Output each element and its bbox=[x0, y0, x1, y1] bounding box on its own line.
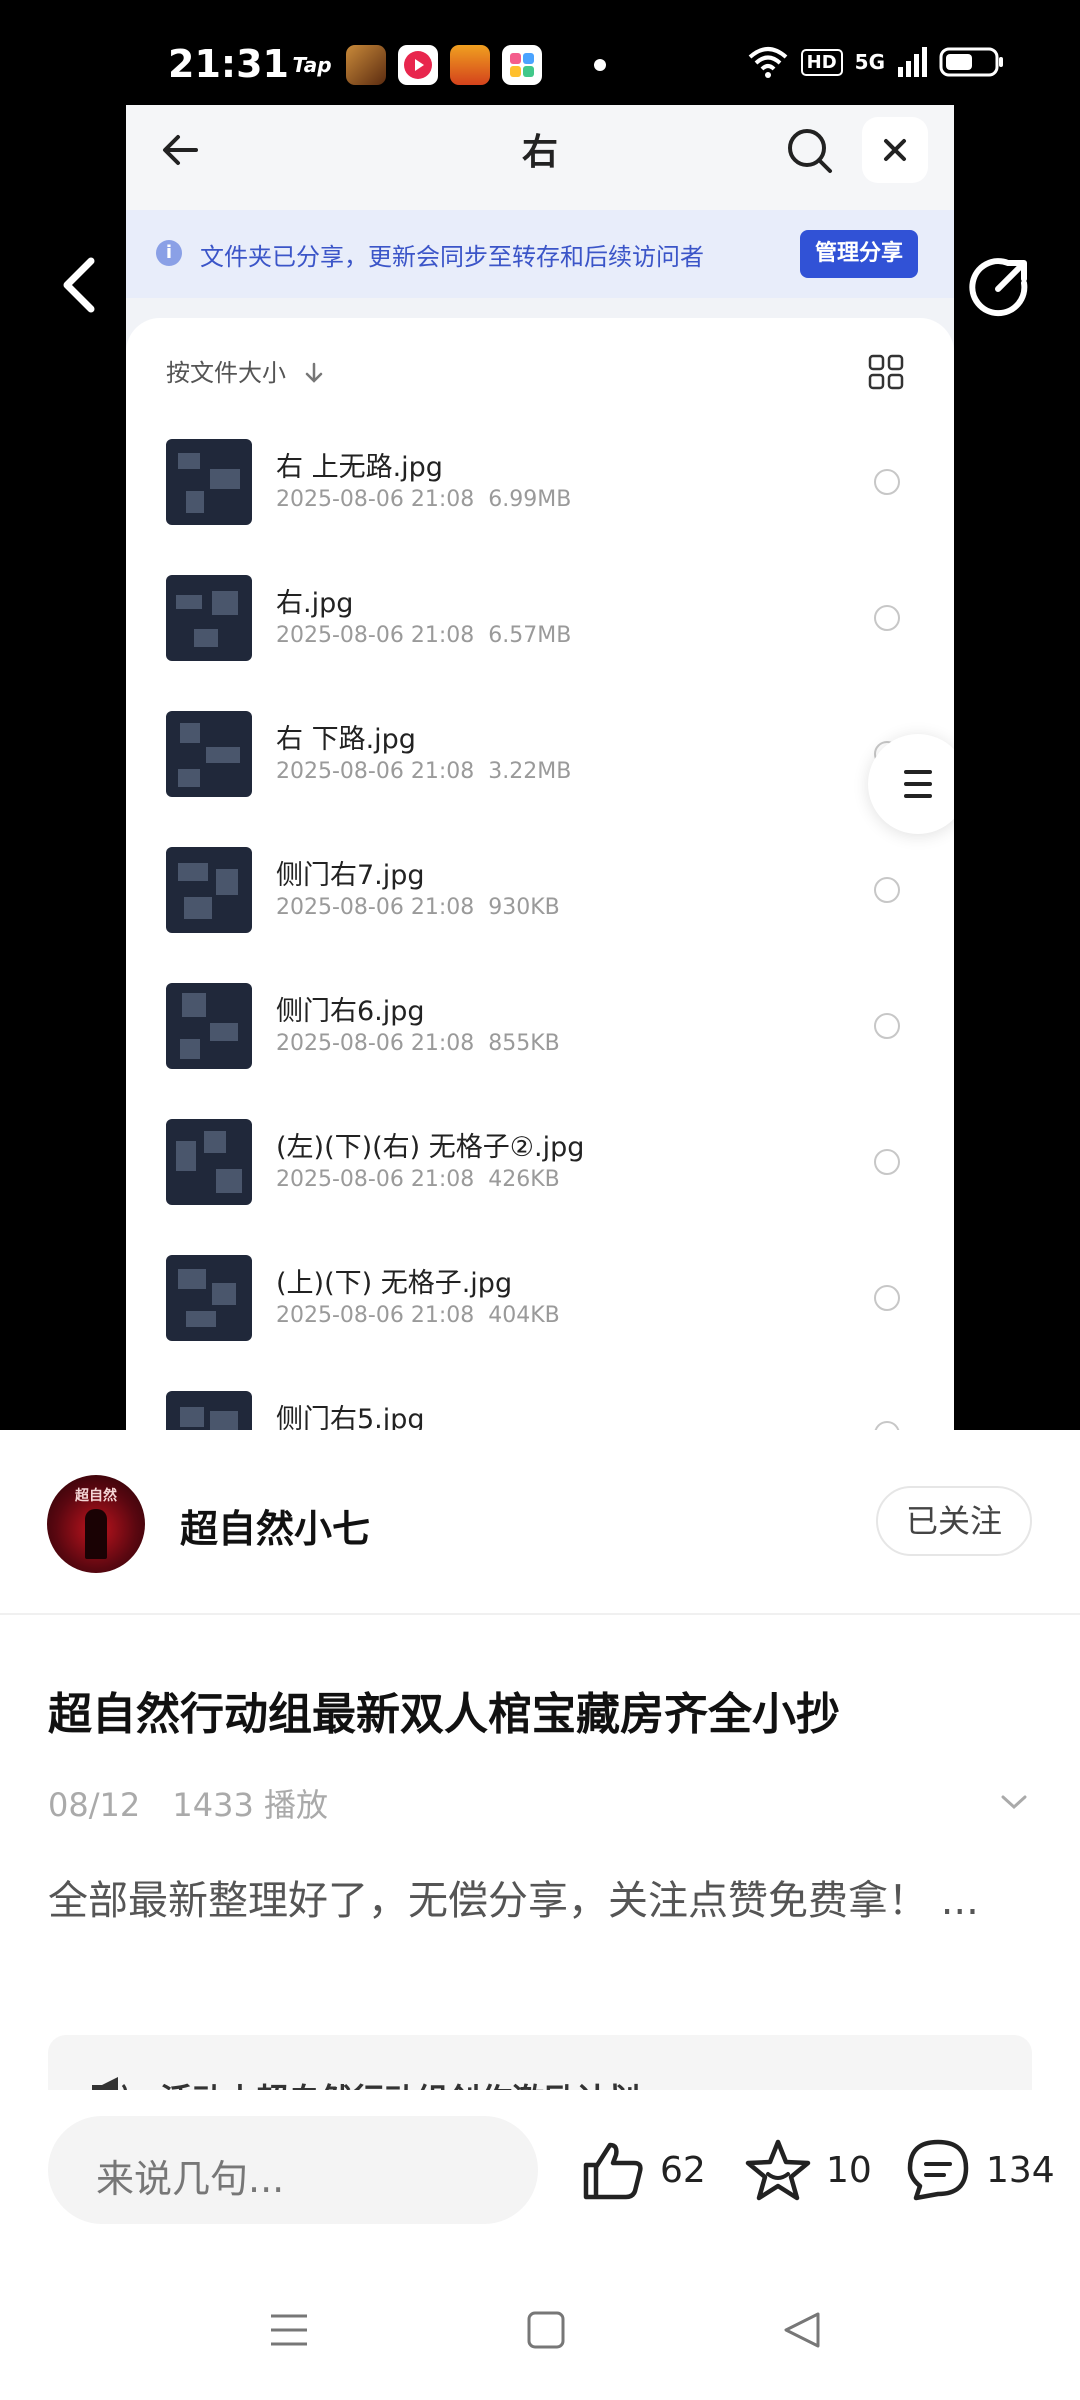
network-type: 5G bbox=[854, 50, 885, 74]
divider bbox=[0, 1613, 1080, 1615]
favorite-button[interactable]: 10 bbox=[744, 2130, 872, 2210]
select-radio bbox=[874, 877, 900, 903]
post-meta: 08/12 1433 播放 bbox=[48, 1780, 350, 1826]
list-item: 侧门右5.jpg bbox=[166, 1391, 926, 1430]
back-nav-icon[interactable] bbox=[782, 2310, 822, 2350]
list-item: 右 上无路.jpg 2025-08-06 21:08 6.99MB bbox=[166, 439, 926, 559]
image-thumbnail bbox=[166, 575, 252, 661]
manage-share-button: 管理分享 bbox=[800, 230, 918, 278]
post-date: 08/12 bbox=[48, 1786, 141, 1824]
bottom-action-bar: 来说几句... 62 10 134 bbox=[0, 2090, 1080, 2250]
comment-placeholder: 来说几句... bbox=[96, 2157, 285, 2201]
file-meta: 2025-08-06 21:08 6.99MB bbox=[276, 487, 572, 512]
comment-button[interactable]: 134 bbox=[904, 2130, 1055, 2210]
banner-text: 文件夹已分享，更新会同步至转存和后续访问者 bbox=[200, 243, 704, 271]
file-name: 右.jpg bbox=[276, 588, 354, 619]
author-name[interactable]: 超自然小七 bbox=[180, 1498, 370, 1553]
back-icon[interactable] bbox=[55, 255, 105, 315]
search-icon bbox=[788, 129, 832, 173]
avatar-text: 超自然 bbox=[75, 1488, 117, 1504]
follow-button[interactable]: 已关注 bbox=[876, 1486, 1032, 1556]
play-count: 1433 播放 bbox=[172, 1786, 329, 1824]
select-radio bbox=[874, 469, 900, 495]
select-radio bbox=[874, 1149, 900, 1175]
status-bar: 21:31 Tap HD 5G bbox=[0, 0, 1080, 105]
file-name: 侧门右5.jpg bbox=[276, 1404, 425, 1430]
file-list: 按文件大小 右 上无路.jpg 2025-08-06 21:08 6.99MB … bbox=[126, 318, 954, 1430]
file-name: (上)(下) 无格子.jpg bbox=[276, 1268, 513, 1299]
battery-icon bbox=[939, 47, 1003, 77]
favorite-count: 10 bbox=[826, 2149, 872, 2191]
wifi-icon bbox=[748, 47, 787, 78]
file-meta: 2025-08-06 21:08 3.22MB bbox=[276, 759, 572, 784]
file-name: (左)(下)(右) 无格子②.jpg bbox=[276, 1132, 585, 1163]
status-app-icons: Tap bbox=[290, 45, 606, 85]
select-radio bbox=[874, 1013, 900, 1039]
comment-count: 134 bbox=[986, 2149, 1055, 2191]
file-meta: 2025-08-06 21:08 426KB bbox=[276, 1167, 560, 1192]
image-thumbnail bbox=[166, 1255, 252, 1341]
image-thumbnail bbox=[166, 1391, 252, 1430]
image-thumbnail bbox=[166, 711, 252, 797]
chevron-down-icon[interactable] bbox=[1000, 1792, 1028, 1812]
image-thumbnail bbox=[166, 439, 252, 525]
menu-icon bbox=[904, 770, 932, 798]
video-frame-phone-screen: 右 i 文件夹已分享，更新会同步至转存和后续访问者 管理分享 按文件大小 右 上… bbox=[126, 105, 954, 1430]
signal-icon bbox=[898, 47, 927, 77]
post-info-panel: 超自然 超自然小七 已关注 超自然行动组最新双人棺宝藏房齐全小抄 08/12 1… bbox=[0, 1430, 1080, 2115]
system-nav-bar bbox=[0, 2250, 1080, 2400]
like-count: 62 bbox=[660, 2149, 706, 2191]
post-description: 全部最新整理好了，无偿分享，关注点赞免费拿！ ... bbox=[48, 1878, 979, 1924]
list-item: 右 下路.jpg 2025-08-06 21:08 3.22MB bbox=[166, 711, 926, 831]
like-button[interactable]: 62 bbox=[580, 2130, 706, 2210]
close-icon bbox=[862, 117, 928, 183]
image-thumbnail bbox=[166, 1119, 252, 1205]
share-banner: i 文件夹已分享，更新会同步至转存和后续访问者 管理分享 bbox=[126, 210, 954, 298]
thumbs-up-icon bbox=[583, 2142, 643, 2200]
comment-bubble-icon bbox=[907, 2139, 969, 2201]
star-icon bbox=[745, 2139, 811, 2201]
menu-nav-icon[interactable] bbox=[268, 2310, 310, 2350]
image-thumbnail bbox=[166, 983, 252, 1069]
avatar[interactable]: 超自然 bbox=[47, 1475, 145, 1573]
game-app-icon-1 bbox=[346, 45, 386, 85]
avatar-figure bbox=[85, 1509, 107, 1559]
tap-app-icon: Tap bbox=[292, 53, 332, 77]
video-player[interactable]: 右 i 文件夹已分享，更新会同步至转存和后续访问者 管理分享 按文件大小 右 上… bbox=[0, 105, 1080, 1430]
grid-view-icon bbox=[868, 354, 904, 390]
info-icon: i bbox=[156, 240, 182, 266]
file-name: 侧门右7.jpg bbox=[276, 860, 425, 891]
video-app-icon bbox=[398, 45, 438, 85]
game-app-icon-2 bbox=[450, 45, 490, 85]
list-item: (上)(下) 无格子.jpg 2025-08-06 21:08 404KB bbox=[166, 1255, 926, 1375]
post-title: 超自然行动组最新双人棺宝藏房齐全小抄 bbox=[48, 1689, 840, 1740]
list-item: 侧门右7.jpg 2025-08-06 21:08 930KB bbox=[166, 847, 926, 967]
list-item: 侧门右6.jpg 2025-08-06 21:08 855KB bbox=[166, 983, 926, 1103]
sort-control: 按文件大小 bbox=[166, 353, 326, 388]
file-name: 侧门右6.jpg bbox=[276, 996, 425, 1027]
select-radio bbox=[874, 1421, 900, 1430]
status-time: 21:31 bbox=[168, 42, 289, 86]
list-item: 右.jpg 2025-08-06 21:08 6.57MB bbox=[166, 575, 926, 695]
sort-label: 按文件大小 bbox=[166, 359, 286, 387]
app-icon-5 bbox=[502, 45, 542, 85]
select-radio bbox=[874, 1285, 900, 1311]
comment-input[interactable]: 来说几句... bbox=[48, 2116, 538, 2224]
list-item: (左)(下)(右) 无格子②.jpg 2025-08-06 21:08 426K… bbox=[166, 1119, 926, 1239]
image-thumbnail bbox=[166, 847, 252, 933]
notification-dot bbox=[594, 59, 606, 71]
hd-badge: HD bbox=[800, 48, 843, 76]
file-name: 右 上无路.jpg bbox=[276, 452, 443, 483]
file-meta: 2025-08-06 21:08 930KB bbox=[276, 895, 560, 920]
file-meta: 2025-08-06 21:08 855KB bbox=[276, 1031, 560, 1056]
select-radio bbox=[874, 605, 900, 631]
file-meta: 2025-08-06 21:08 404KB bbox=[276, 1303, 560, 1328]
share-icon[interactable] bbox=[968, 255, 1032, 319]
status-right: HD 5G bbox=[747, 45, 1005, 79]
file-meta: 2025-08-06 21:08 6.57MB bbox=[276, 623, 572, 648]
home-nav-icon[interactable] bbox=[526, 2310, 566, 2350]
arrow-down-icon bbox=[305, 362, 322, 383]
file-name: 右 下路.jpg bbox=[276, 724, 416, 755]
screen-header: 右 bbox=[126, 105, 954, 210]
